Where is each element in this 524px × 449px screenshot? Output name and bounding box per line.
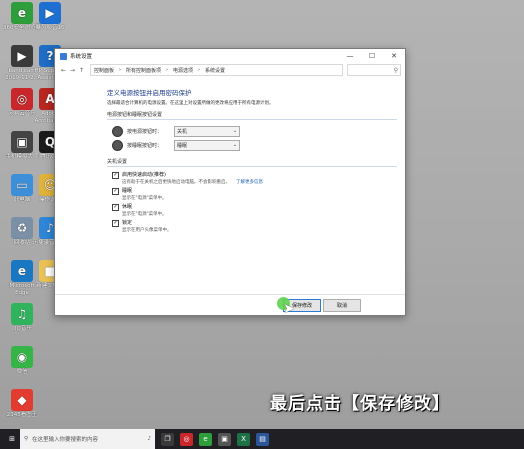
address-bar: ← → ↑ 控制面板 › 所有控制面板项 › 电源选项 › 系统设置 ⚲	[55, 63, 405, 77]
control-panel-icon	[60, 52, 67, 60]
microphone-icon[interactable]: ♪	[147, 436, 151, 442]
taskbar: ⊞ ⚲ 在这里输入你要搜索的内容 ♪ ❐ ◎ e ▣ X ▤	[0, 429, 524, 449]
shutdown-option: ✓ 启用快速启动(推荐) 这有助于在关机之后更快地启动电脑。不会影响重启。 了解更多信…	[112, 171, 397, 185]
breadcrumb-item[interactable]: 所有控制面板项	[126, 67, 161, 74]
breadcrumb-item[interactable]: 控制面板	[94, 67, 114, 74]
desktop-icon[interactable]: ◉ 微信	[2, 346, 42, 376]
maximize-button[interactable]: ☐	[361, 49, 383, 63]
breadcrumb-item[interactable]: 系统设置	[205, 67, 225, 74]
desktop-icon-label: 2345看图王	[6, 412, 38, 418]
search-input[interactable]: ⚲	[347, 64, 401, 76]
breadcrumb[interactable]: 控制面板 › 所有控制面板项 › 电源选项 › 系统设置	[90, 64, 343, 76]
option-title: 睡眠	[122, 188, 133, 194]
power-button-icon	[112, 125, 123, 137]
search-icon: ⚲	[24, 436, 29, 442]
sleep-button-label: 按睡眠按钮时：	[127, 142, 163, 149]
power-button-label: 按电源按钮时：	[127, 128, 163, 135]
minimize-button[interactable]: —	[339, 49, 361, 63]
section-power-buttons: 电源按钮和睡眠按钮设置	[107, 111, 397, 120]
desktop: e 360安全浏览器 ▶ 暴风影音16 ▶ bandicam 2019-11-2...? H…	[0, 0, 524, 429]
image-viewer-icon: ◆	[11, 389, 33, 411]
option-title: 锁定	[122, 220, 133, 226]
system-settings-window: 系统设置 — ☐ ✕ ← → ↑ 控制面板 › 所有控制面板项 › 电源选项 › 系统…	[54, 48, 406, 317]
learn-more-link[interactable]: 了解更多信息	[236, 180, 263, 185]
taskbar-browser-icon[interactable]: e	[199, 432, 212, 446]
option-description: 显示在"电源"菜单中。	[122, 196, 167, 201]
window-title: 系统设置	[70, 54, 93, 60]
sleep-button-select[interactable]: 睡眠 ⌄	[174, 139, 241, 151]
option-description: 显示在"电源"菜单中。	[122, 212, 167, 217]
desktop-icon-label: 微信	[16, 369, 28, 375]
desktop-icon[interactable]: ▶ 暴风影音16	[30, 2, 70, 32]
power-button-row: 按电源按钮时： 关机 ⌄	[112, 124, 397, 138]
sleep-button-icon	[112, 139, 123, 151]
dialog-footer: 保存修改 取消 ➤	[55, 294, 405, 317]
storm-player-icon: ▶	[39, 2, 61, 24]
up-icon[interactable]: ↑	[77, 67, 86, 74]
taskbar-app-icon[interactable]: ◎	[180, 432, 193, 446]
search-icon: ⚲	[393, 66, 398, 74]
cancel-button[interactable]: 取消	[323, 299, 361, 312]
settings-content: 定义电源按钮并启用密码保护 选择最适合计算机的电源设置。在这里上对设置所做的更改…	[107, 87, 397, 233]
option-description: 显示在用户头像菜单中。	[122, 228, 172, 233]
shutdown-option: ✓ 睡眠显示在"电源"菜单中。	[112, 187, 397, 201]
page-title: 定义电源按钮并启用密码保护	[107, 89, 192, 97]
breadcrumb-item[interactable]: 电源选项	[173, 67, 193, 74]
taskbar-app-icon[interactable]: ▣	[218, 432, 231, 446]
option-checkbox[interactable]: ✓	[112, 204, 119, 211]
chevron-down-icon: ⌄	[232, 142, 238, 148]
windows-start-icon[interactable]: ⊞	[4, 433, 20, 446]
wechat-icon: ◉	[11, 346, 33, 368]
option-description: 这有助于在关机之后更快地启动电脑。不会影响重启。 了解更多信息	[122, 180, 263, 185]
option-title: 休眠	[122, 204, 133, 210]
section-shutdown: 关机设置	[107, 158, 397, 167]
title-bar[interactable]: 系统设置 — ☐ ✕	[55, 49, 405, 63]
option-checkbox[interactable]: ✓	[112, 220, 119, 227]
back-icon[interactable]: ←	[59, 67, 68, 74]
close-button[interactable]: ✕	[383, 49, 405, 63]
chevron-down-icon: ⌄	[232, 128, 238, 134]
qq-music-icon: ♫	[11, 303, 33, 325]
excel-icon[interactable]: X	[237, 432, 250, 446]
taskbar-search-placeholder: 在这里输入你要搜索的内容	[32, 437, 99, 443]
desktop-icon-label: QQ音乐	[12, 326, 32, 332]
option-title: 启用快速启动(推荐)	[122, 172, 166, 178]
shutdown-option: ✓ 锁定显示在用户头像菜单中。	[112, 219, 397, 233]
option-checkbox[interactable]: ✓	[112, 188, 119, 195]
desktop-icon[interactable]: ◆ 2345看图王	[2, 389, 42, 419]
page-description: 选择最适合计算机的电源设置。在这里上对设置所做的更改将应用于所有电源计划。	[107, 101, 274, 106]
mouse-cursor-icon: ➤	[283, 301, 295, 317]
instruction-caption: 最后点击【保存修改】	[270, 394, 450, 414]
sleep-button-row: 按睡眠按钮时： 睡眠 ⌄	[112, 138, 397, 152]
taskbar-app-icon[interactable]: ▤	[256, 432, 269, 446]
desktop-icon[interactable]: ♫ QQ音乐	[2, 303, 42, 333]
taskbar-search[interactable]: ⚲ 在这里输入你要搜索的内容 ♪	[20, 429, 155, 449]
task-view-icon[interactable]: ❐	[161, 432, 174, 446]
shutdown-option: ✓ 休眠显示在"电源"菜单中。	[112, 203, 397, 217]
forward-icon[interactable]: →	[68, 67, 77, 74]
desktop-icon-label: 暴风影音16	[35, 25, 65, 31]
power-button-select[interactable]: 关机 ⌄	[174, 125, 241, 137]
option-checkbox[interactable]: ✓	[112, 172, 119, 179]
